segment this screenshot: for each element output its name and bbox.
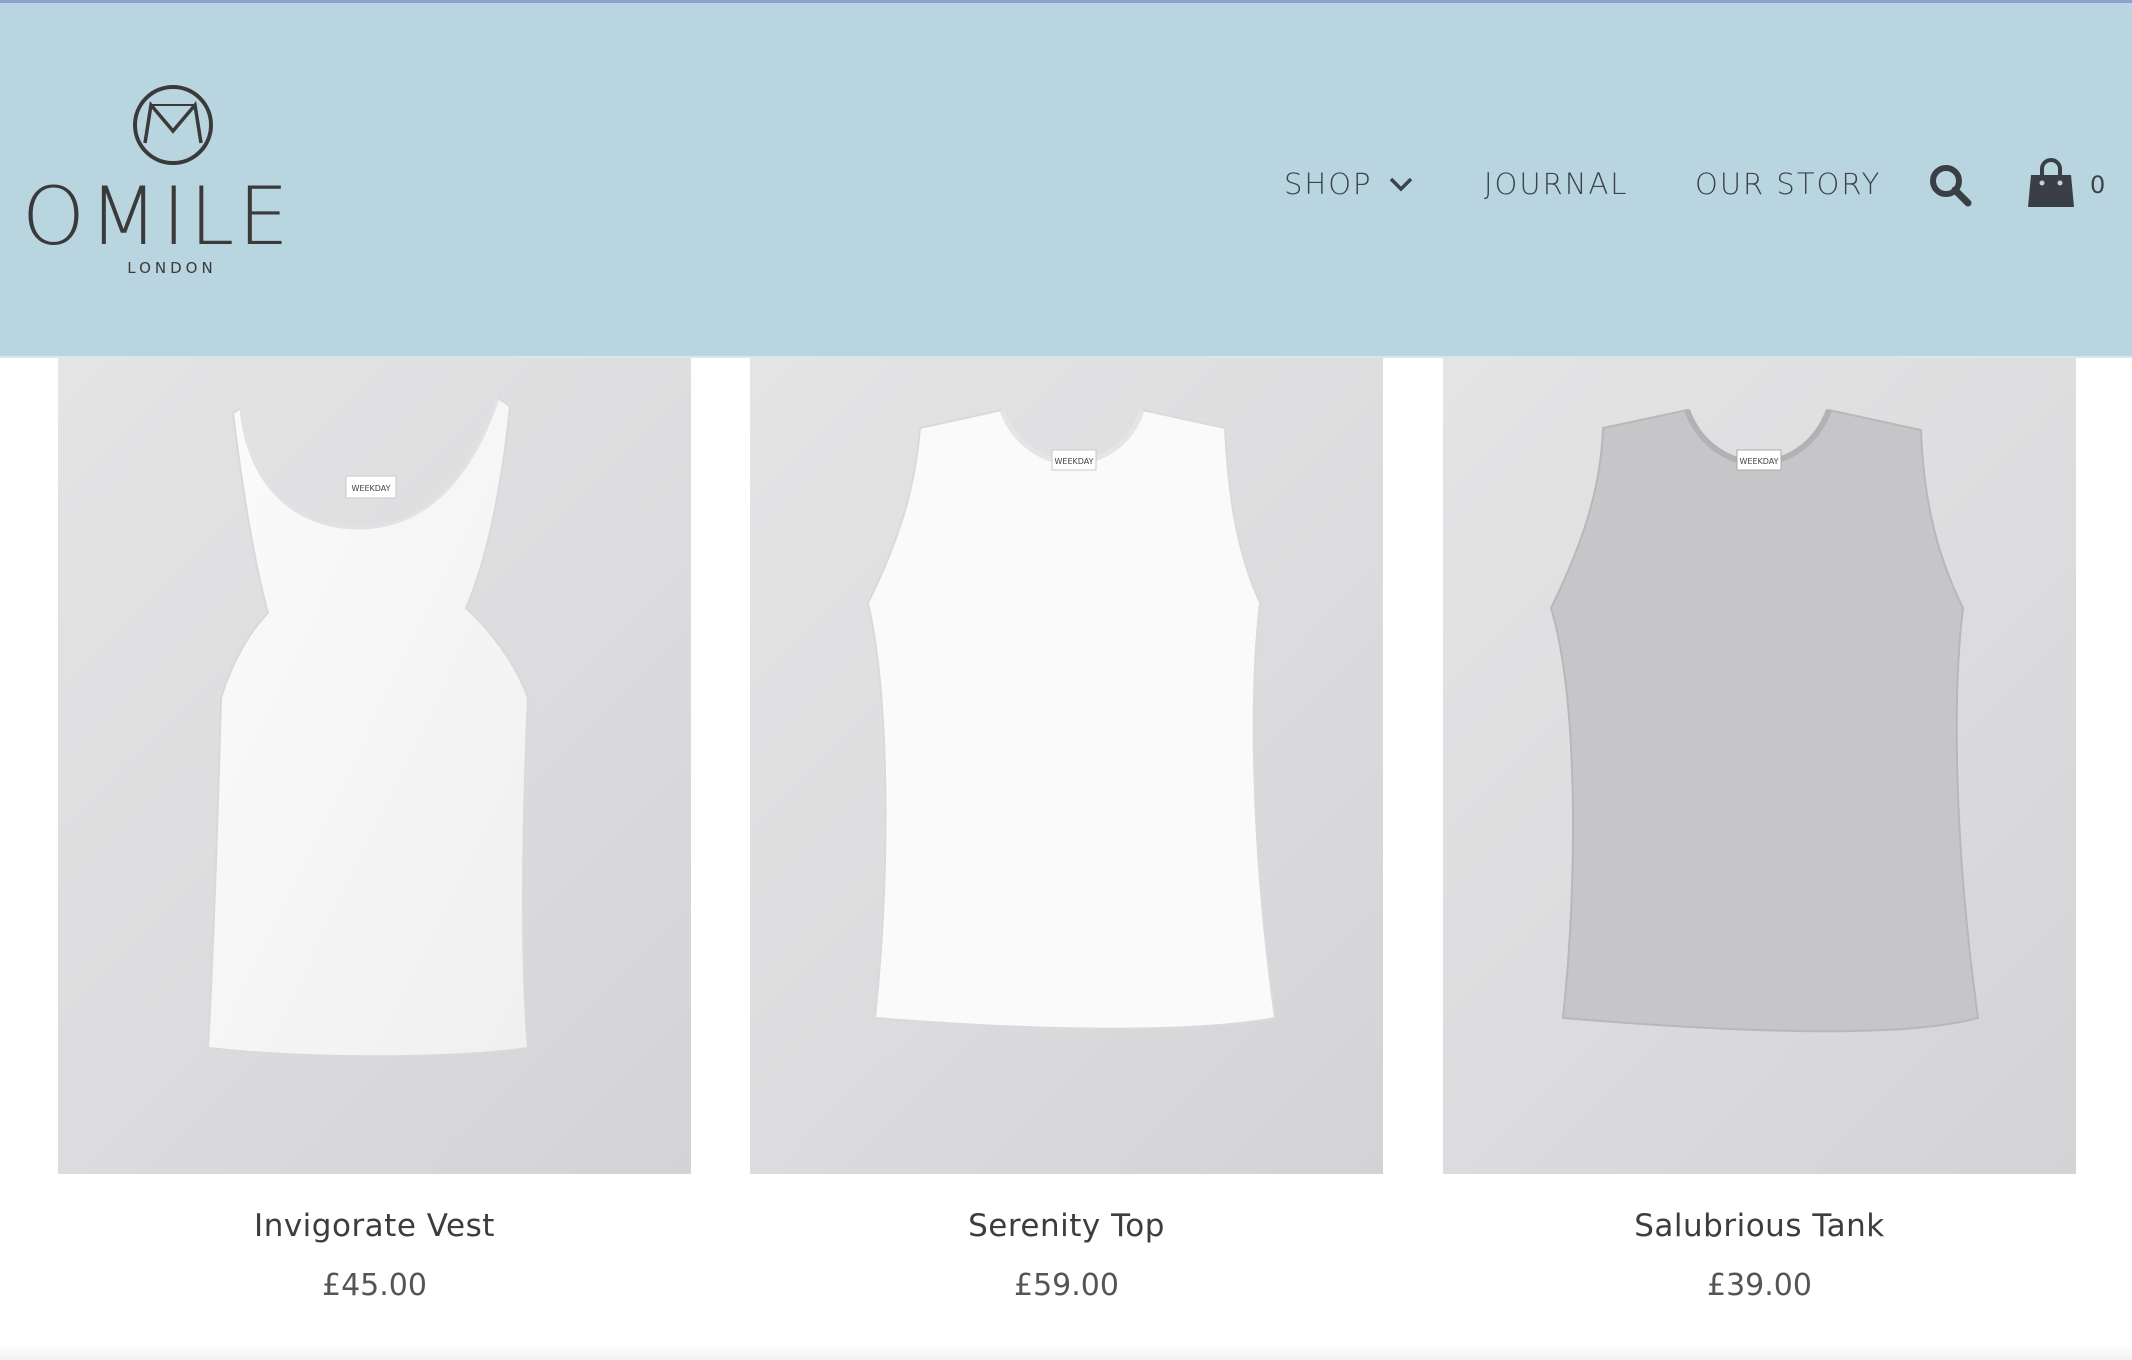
product-image[interactable]: WEEKDAY: [58, 358, 691, 1174]
chevron-down-icon: [1389, 177, 1412, 192]
nav-shop[interactable]: SHOP: [1284, 158, 1415, 210]
cart-button[interactable]: 0: [2028, 157, 2128, 211]
product-tag-label: WEEKDAY: [1739, 457, 1778, 466]
product-image[interactable]: WEEKDAY: [1443, 358, 2076, 1174]
sleeveless-top-image: WEEKDAY: [866, 408, 1277, 1030]
product-card[interactable]: WEEKDAY Salubrious Tank £39.00: [1443, 358, 2076, 1303]
logo-subtitle: LONDON: [127, 259, 217, 277]
product-tag-label: WEEKDAY: [1054, 457, 1093, 466]
nav-our-story[interactable]: OUR STORY: [1695, 158, 1881, 210]
product-price: £45.00: [322, 1268, 427, 1303]
logo-mark-icon: [133, 85, 213, 165]
product-image[interactable]: WEEKDAY: [750, 358, 1383, 1174]
shopping-bag-icon: [2028, 158, 2074, 207]
logo-link[interactable]: OMILE LONDON: [22, 83, 322, 283]
search-icon[interactable]: [1928, 163, 1972, 207]
product-price: £39.00: [1707, 1268, 1812, 1303]
tank-vest-image: WEEKDAY: [206, 396, 530, 1058]
product-name[interactable]: Serenity Top: [750, 1208, 1383, 1244]
nav-our-story-label: OUR STORY: [1695, 167, 1882, 201]
product-price: £59.00: [1014, 1268, 1119, 1303]
product-card[interactable]: WEEKDAY Invigorate Vest £45.00: [58, 358, 691, 1303]
nav-journal[interactable]: JOURNAL: [1484, 158, 1628, 210]
page: OMILE LONDON SHOP JOURNAL OUR STORY 0 WE…: [0, 0, 2132, 1360]
logo-wordmark: OMILE: [22, 170, 293, 263]
nav-shop-label: SHOP: [1284, 167, 1373, 201]
site-header: OMILE LONDON SHOP JOURNAL OUR STORY 0: [0, 3, 2132, 358]
product-name[interactable]: Salubrious Tank: [1443, 1208, 2076, 1244]
cart-count: 0: [2090, 171, 2106, 199]
nav-journal-label: JOURNAL: [1484, 167, 1629, 201]
grey-tank-image: WEEKDAY: [1549, 408, 1980, 1033]
product-name[interactable]: Invigorate Vest: [58, 1208, 691, 1244]
product-tag-label: WEEKDAY: [351, 484, 390, 493]
bottom-divider: [0, 1345, 2132, 1360]
product-card[interactable]: WEEKDAY Serenity Top £59.00: [750, 358, 1383, 1303]
